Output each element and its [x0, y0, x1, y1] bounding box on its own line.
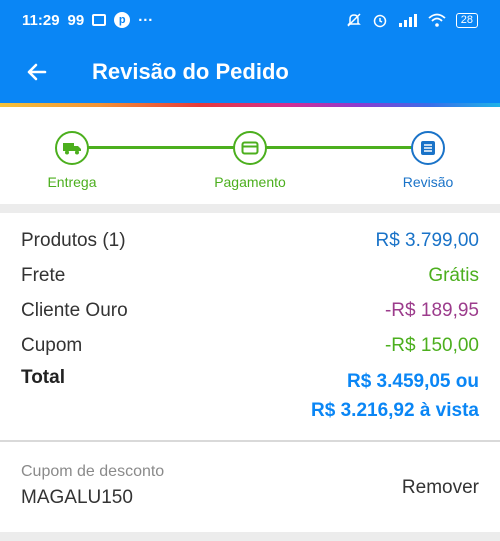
step-revisao[interactable]: Revisão [368, 131, 488, 190]
page-title: Revisão do Pedido [92, 59, 289, 84]
alarm-icon [372, 12, 388, 28]
back-button[interactable] [17, 52, 57, 92]
more-notifications-icon: ··· [138, 11, 154, 29]
signal-icon [398, 13, 418, 27]
step-circle-pagamento [233, 131, 267, 165]
total-label: Total [21, 367, 65, 388]
summary-row-produtos: Produtos (1) R$ 3.799,00 [21, 230, 479, 252]
checkout-stepper: Entrega Pagamento Revisão [0, 107, 500, 204]
summary-value: -R$ 150,00 [384, 335, 479, 356]
gallery-icon [92, 14, 107, 26]
status-right: 28 [346, 12, 478, 28]
summary-label: Produtos (1) [21, 230, 126, 251]
summary-value: Grátis [428, 265, 479, 286]
summary-label: Cliente Ouro [21, 300, 128, 321]
summary-label: Frete [21, 265, 66, 286]
remove-coupon-button[interactable]: Remover [402, 477, 479, 499]
app-bar: Revisão do Pedido [0, 40, 500, 104]
app-notification-icon: p [114, 12, 131, 28]
status-time: 11:29 [22, 11, 60, 29]
step-pagamento[interactable]: Pagamento [190, 131, 310, 190]
step-circle-revisao [411, 131, 445, 165]
step-label-entrega: Entrega [47, 174, 97, 190]
coupon-label: Cupom de desconto [21, 463, 165, 480]
summary-row-total: Total R$ 3.459,05 ou R$ 3.216,92 à vista [21, 367, 479, 425]
card-icon [241, 141, 259, 155]
battery-icon: 28 [455, 12, 478, 28]
step-label-revisao: Revisão [402, 174, 454, 190]
step-entrega[interactable]: Entrega [12, 131, 132, 190]
status-left: 11:29 99 p ··· [22, 12, 153, 29]
section-divider [0, 204, 500, 213]
step-label-pagamento: Pagamento [214, 174, 286, 190]
mute-icon [346, 12, 362, 28]
wifi-icon [428, 13, 446, 27]
summary-value: -R$ 189,95 [384, 300, 479, 321]
step-circle-entrega [55, 131, 89, 165]
bottom-divider [0, 532, 500, 541]
coupon-code: MAGALU150 [21, 487, 133, 508]
list-icon [421, 141, 435, 155]
order-summary: Produtos (1) R$ 3.799,00 Frete Grátis Cl… [0, 213, 500, 439]
summary-row-cupom: Cupom -R$ 150,00 [21, 335, 479, 357]
status-bar: 11:29 99 p ··· 28 [0, 0, 500, 40]
truck-icon [63, 143, 81, 155]
total-installments: R$ 3.459,05 ou [346, 371, 479, 392]
summary-row-frete: Frete Grátis [21, 265, 479, 287]
arrow-left-icon [27, 63, 47, 81]
summary-value: R$ 3.799,00 [375, 230, 479, 251]
notification-count: 99 [67, 11, 85, 29]
total-values: R$ 3.459,05 ou R$ 3.216,92 à vista [311, 367, 479, 425]
coupon-section: Cupom de desconto MAGALU150 Remover [0, 442, 500, 532]
summary-row-cliente-ouro: Cliente Ouro -R$ 189,95 [21, 300, 479, 322]
summary-label: Cupom [21, 335, 83, 356]
total-cash: R$ 3.216,92 à vista [311, 400, 479, 421]
